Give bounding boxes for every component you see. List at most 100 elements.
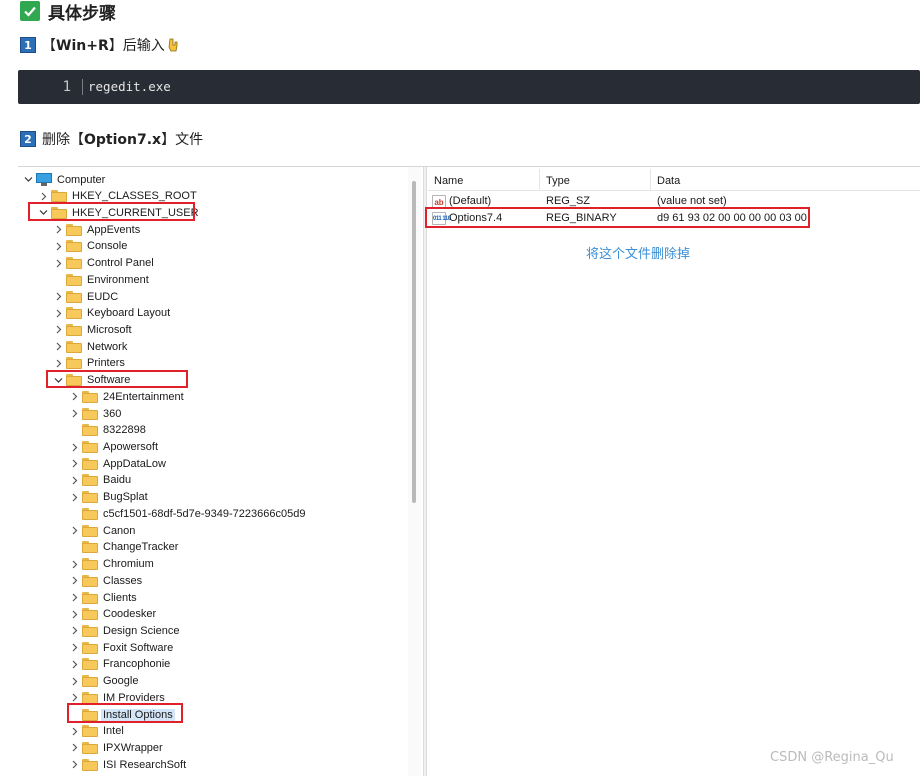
tree-item[interactable]: Console	[52, 238, 127, 255]
folder-icon	[66, 323, 82, 336]
tree-item[interactable]: Google	[68, 673, 138, 690]
chevron-right-icon[interactable]	[68, 558, 80, 570]
tree-item[interactable]: ISI ResearchSoft	[68, 756, 186, 773]
tree-item-label: Coodesker	[103, 608, 157, 621]
chevron-right-icon[interactable]	[37, 190, 49, 202]
tree-item[interactable]: Francophonie	[68, 656, 170, 673]
folder-icon	[82, 507, 98, 520]
tree-item[interactable]: Baidu	[68, 472, 131, 489]
tree-item[interactable]: Intel	[68, 723, 124, 740]
chevron-right-icon[interactable]	[68, 474, 80, 486]
no-chevron-spacer	[68, 508, 80, 520]
tree-item[interactable]: Foxit Software	[68, 639, 173, 656]
tree-item-label: 360	[103, 407, 122, 420]
folder-icon	[82, 725, 98, 738]
tree-item[interactable]: Clients	[68, 589, 137, 606]
chevron-right-icon[interactable]	[68, 675, 80, 687]
folder-icon	[82, 441, 98, 454]
tree-item[interactable]: Chromium	[68, 556, 154, 573]
tree-item-label: AppDataLow	[103, 457, 166, 470]
chevron-right-icon[interactable]	[68, 458, 80, 470]
column-header-data[interactable]: Data	[651, 169, 920, 191]
folder-icon	[82, 741, 98, 754]
chevron-right-icon[interactable]	[68, 592, 80, 604]
folder-icon	[82, 541, 98, 554]
tree-item-label: 8322898	[103, 424, 146, 437]
chevron-right-icon[interactable]	[68, 759, 80, 771]
chevron-right-icon[interactable]	[68, 491, 80, 503]
no-chevron-spacer	[52, 274, 64, 286]
tree-item-label: Network	[87, 340, 128, 353]
tree-item-label: Google	[103, 675, 139, 688]
tree-item[interactable]: ChangeTracker	[68, 539, 178, 556]
tree-item-label: Intel	[103, 725, 124, 738]
chevron-right-icon[interactable]	[68, 525, 80, 537]
tree-item[interactable]: Coodesker	[68, 606, 156, 623]
folder-icon	[82, 491, 98, 504]
tree-item-label: Apowersoft	[103, 441, 159, 454]
chevron-right-icon[interactable]	[52, 240, 64, 252]
chevron-right-icon[interactable]	[52, 291, 64, 303]
tree-item-label: Design Science	[103, 624, 180, 637]
chevron-right-icon[interactable]	[68, 441, 80, 453]
folder-icon	[51, 190, 67, 203]
pane-splitter[interactable]	[423, 167, 427, 776]
folder-icon	[66, 357, 82, 370]
folder-icon	[82, 758, 98, 771]
tree-item[interactable]: Canon	[68, 522, 135, 539]
chevron-right-icon[interactable]	[52, 324, 64, 336]
no-chevron-spacer	[68, 541, 80, 553]
step-1: 1 【Win+R】后输入	[20, 35, 182, 55]
tree-item[interactable]: Microsoft	[52, 321, 132, 338]
tree-scrollbar-thumb[interactable]	[412, 181, 416, 503]
folder-icon	[82, 691, 98, 704]
step-2-text: 删除【Option7.x】文件	[42, 132, 204, 148]
tree-item[interactable]: Classes	[68, 572, 142, 589]
code-text: regedit.exe	[88, 79, 171, 94]
tree-item[interactable]: Environment	[52, 271, 149, 288]
tree-item[interactable]: IPXWrapper	[68, 739, 163, 756]
tree-item[interactable]: 24Entertainment	[68, 388, 184, 405]
tree-item[interactable]: Network	[52, 338, 127, 355]
column-header-type[interactable]: Type	[540, 169, 651, 191]
tree-item-label: Control Panel	[87, 257, 154, 270]
chevron-right-icon[interactable]	[68, 625, 80, 637]
tree-item[interactable]: Apowersoft	[68, 439, 158, 456]
chevron-right-icon[interactable]	[68, 725, 80, 737]
folder-icon	[82, 390, 98, 403]
chevron-right-icon[interactable]	[68, 642, 80, 654]
tree-item-label: Baidu	[103, 474, 132, 487]
chevron-down-icon[interactable]	[22, 174, 34, 186]
column-header-name[interactable]: Name	[428, 169, 540, 191]
tree-item[interactable]: c5cf1501-68df-5d7e-9349-7223666c05d9	[68, 505, 305, 522]
folder-icon	[66, 290, 82, 303]
chevron-right-icon[interactable]	[68, 692, 80, 704]
tree-item[interactable]: AppEvents	[52, 221, 140, 238]
chevron-right-icon[interactable]	[68, 575, 80, 587]
folder-icon	[82, 624, 98, 637]
tree-item[interactable]: AppDataLow	[68, 455, 166, 472]
chevron-right-icon[interactable]	[52, 257, 64, 269]
chevron-right-icon[interactable]	[52, 341, 64, 353]
step-2: 2 删除【Option7.x】文件	[20, 129, 203, 149]
tree-item[interactable]: EUDC	[52, 288, 118, 305]
chevron-right-icon[interactable]	[68, 608, 80, 620]
section-heading: 具体步骤	[20, 0, 116, 24]
code-gutter-divider	[82, 79, 83, 95]
chevron-right-icon[interactable]	[68, 391, 80, 403]
chevron-right-icon[interactable]	[52, 224, 64, 236]
chevron-right-icon[interactable]	[68, 658, 80, 670]
value-list-header: Name Type Data	[428, 169, 920, 191]
tree-item[interactable]: 360	[68, 405, 121, 422]
tree-item-label: Microsoft	[87, 323, 132, 336]
chevron-right-icon[interactable]	[52, 307, 64, 319]
chevron-right-icon[interactable]	[68, 742, 80, 754]
tree-item[interactable]: BugSplat	[68, 489, 148, 506]
tree-item[interactable]: 8322898	[68, 422, 146, 439]
chevron-right-icon[interactable]	[52, 357, 64, 369]
tree-item[interactable]: Computer	[22, 171, 105, 188]
tree-item[interactable]: Design Science	[68, 622, 179, 639]
tree-item[interactable]: Control Panel	[52, 255, 154, 272]
tree-item[interactable]: Keyboard Layout	[52, 305, 170, 322]
chevron-right-icon[interactable]	[68, 408, 80, 420]
